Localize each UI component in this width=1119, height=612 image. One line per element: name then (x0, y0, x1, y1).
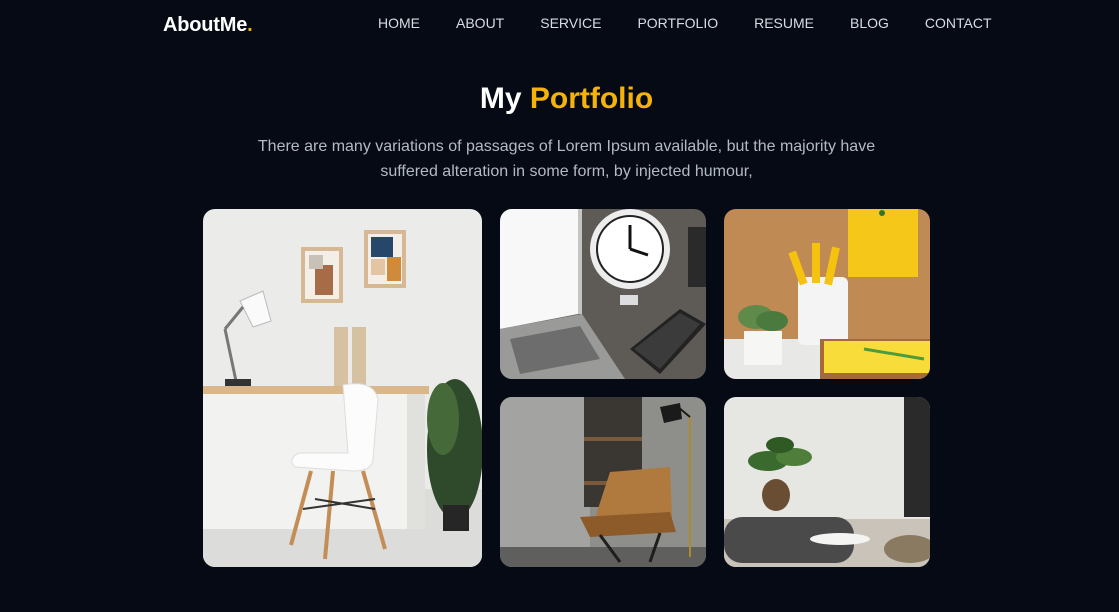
armchair-photo (500, 397, 706, 567)
section-title: My Portfolio (0, 82, 1119, 116)
main-nav: HOME ABOUT SERVICE PORTFOLIO RESUME BLOG… (378, 15, 992, 31)
nav-about[interactable]: ABOUT (456, 15, 504, 31)
nav-contact[interactable]: CONTACT (925, 15, 992, 31)
desk-chair-photo (203, 209, 482, 567)
logo[interactable]: AboutMe. (163, 14, 253, 37)
portfolio-item-desk-chair[interactable] (203, 209, 482, 567)
section-title-main: My (479, 82, 522, 115)
section-title-accent: Portfolio (529, 82, 654, 115)
portfolio-item-armchair[interactable] (500, 397, 706, 567)
nav-portfolio[interactable]: PORTFOLIO (637, 15, 718, 31)
nav-blog[interactable]: BLOG (850, 15, 889, 31)
laptop-clock-photo (500, 209, 706, 379)
pencil-cup-photo (724, 209, 930, 379)
portfolio-item-living-room[interactable] (724, 397, 930, 567)
section-description: There are many variations of passages of… (257, 138, 876, 180)
portfolio-item-pencil-cup[interactable] (724, 209, 930, 379)
living-room-photo (724, 397, 930, 567)
nav-resume[interactable]: RESUME (754, 15, 814, 31)
nav-home[interactable]: HOME (378, 15, 420, 31)
portfolio-item-laptop-clock[interactable] (500, 209, 706, 379)
logo-accent: . (247, 14, 253, 36)
nav-service[interactable]: SERVICE (540, 15, 601, 31)
logo-text: AboutMe (163, 14, 248, 36)
